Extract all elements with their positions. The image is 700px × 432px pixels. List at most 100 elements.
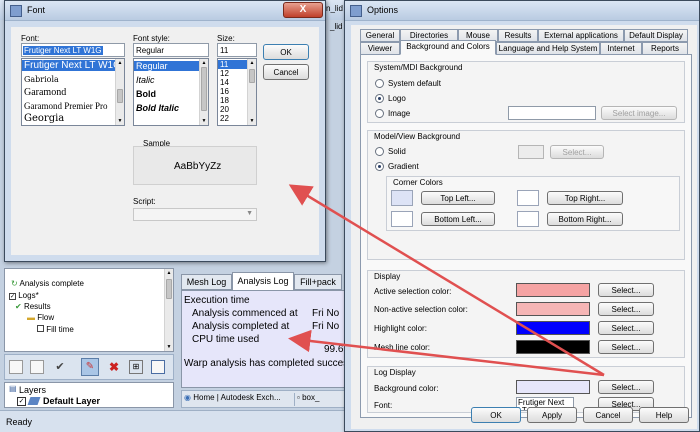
font-style-list[interactable]: Regular Italic Bold Bold Italic ▲ ▼ (133, 58, 209, 126)
tree-item[interactable]: ↻ Analysis complete (11, 279, 84, 288)
log-tab-analysis[interactable]: Analysis Log (232, 272, 294, 290)
options-cancel-button[interactable]: Cancel (583, 407, 633, 423)
radio-image[interactable] (375, 109, 384, 118)
font-style-label: Font style: (133, 34, 170, 43)
size-list-item[interactable]: 12 (220, 69, 229, 78)
script-label: Script: (133, 197, 156, 206)
analysis-icon: ↻ (11, 279, 18, 288)
tool-check-icon[interactable]: ✔ (53, 360, 67, 374)
tree-scrollbar[interactable]: ▲ ▼ (164, 269, 173, 351)
style-list-scrollbar[interactable]: ▲ ▼ (199, 59, 208, 125)
font-list-item[interactable]: Gabriola (24, 75, 59, 84)
tool-window-icon[interactable] (151, 360, 165, 374)
size-list[interactable]: 11 12 14 16 18 20 22 ▲ ▼ (217, 58, 257, 126)
font-list-item[interactable]: Garamond Premier Pro (24, 101, 107, 111)
tree-item[interactable]: ✓ Logs* (9, 291, 39, 300)
tab-default-display[interactable]: Default Display (624, 29, 688, 42)
top-left-button[interactable]: Top Left... (421, 191, 495, 205)
font-list-item[interactable]: Frutiger Next LT W1G (22, 60, 121, 71)
size-list-item[interactable]: 22 (220, 114, 229, 123)
options-apply-button[interactable]: Apply (527, 407, 577, 423)
highlight-color-swatch (516, 321, 590, 335)
script-dropdown[interactable]: ▼ (133, 208, 257, 221)
taskbar-item[interactable]: ▫ box_ (294, 393, 344, 406)
tree-item[interactable]: ▬ Flow (27, 313, 54, 322)
tool-tree-icon[interactable]: ⊞ (129, 360, 143, 374)
log-value: 99.6 (324, 344, 344, 355)
log-tab-mesh[interactable]: Mesh Log (181, 274, 232, 290)
solid-select-button[interactable]: Select... (550, 145, 604, 159)
font-style-input[interactable]: Regular (133, 43, 209, 57)
tab-background-and-colors[interactable]: Background and Colors (400, 40, 496, 55)
chevron-down-icon: ▼ (246, 210, 253, 217)
bottom-left-button[interactable]: Bottom Left... (421, 212, 495, 226)
log-tab-fillpack[interactable]: Fill+pack (294, 274, 342, 290)
layer-icon (27, 397, 41, 405)
radio-label: Gradient (388, 162, 419, 171)
size-input[interactable]: 11 (217, 43, 257, 57)
top-right-button[interactable]: Top Right... (547, 191, 623, 205)
image-path-input[interactable] (508, 106, 596, 120)
style-list-item[interactable]: Italic (136, 75, 155, 85)
tool-new-icon[interactable] (9, 360, 23, 374)
tree-item[interactable]: ✔ Results (15, 302, 51, 311)
tool-wand-icon[interactable]: ✎ (81, 358, 99, 376)
font-dialog-title: Font (27, 5, 46, 15)
size-list-item[interactable]: 20 (220, 105, 229, 114)
font-cancel-button[interactable]: Cancel (263, 64, 309, 80)
group-title: Log Display (374, 368, 416, 377)
radio-solid[interactable] (375, 147, 384, 156)
radio-gradient[interactable] (375, 162, 384, 171)
log-bg-select-button[interactable]: Select... (598, 380, 654, 394)
highlight-select-button[interactable]: Select... (598, 321, 654, 335)
tool-delete-icon[interactable]: ✖ (107, 360, 121, 374)
font-dialog-body: Font: Frutiger Next LT W1G Frutiger Next… (11, 27, 319, 255)
active-selection-select-button[interactable]: Select... (598, 283, 654, 297)
folder-icon: ▬ (27, 313, 35, 322)
layer-checkbox[interactable]: ✓ (17, 397, 26, 406)
default-layer-label[interactable]: Default Layer (43, 396, 100, 406)
font-list-item[interactable]: Garamond (24, 87, 66, 98)
analysis-log-pane: Execution time Analysis commenced at Fri… (181, 290, 345, 388)
tab-results[interactable]: Results (498, 29, 538, 42)
font-list-item[interactable]: Georgia (24, 113, 64, 124)
highlight-color-label: Highlight color: (374, 324, 427, 333)
font-dialog-titlebar: Font (5, 1, 325, 21)
tab-external-applications[interactable]: External applications (538, 29, 624, 42)
font-list-scrollbar[interactable]: ▲ ▼ (115, 59, 124, 125)
group-title: System/MDI Background (374, 63, 463, 72)
layers-title: Layers (19, 385, 47, 395)
nonactive-selection-select-button[interactable]: Select... (598, 302, 654, 316)
options-dialog-title: Options (367, 5, 399, 15)
size-list-item[interactable]: 14 (220, 78, 229, 87)
size-list-item[interactable]: 18 (220, 96, 229, 105)
select-image-button[interactable]: Select image... (601, 106, 677, 120)
radio-logo[interactable] (375, 94, 384, 103)
tool-copy-icon[interactable] (30, 360, 44, 374)
status-bar: Ready (0, 410, 344, 432)
checkbox-checked-icon: ✓ (9, 293, 16, 300)
tab-general[interactable]: General (360, 29, 400, 42)
style-list-item[interactable]: Regular (134, 61, 200, 71)
options-help-button[interactable]: Help (639, 407, 689, 423)
size-list-item[interactable]: 11 (218, 60, 248, 69)
size-list-scrollbar[interactable]: ▲ ▼ (247, 59, 256, 125)
style-list-item[interactable]: Bold Italic (136, 103, 179, 113)
tree-panel: ↻ Analysis complete ✓ Logs* ✔ Results ▬ … (4, 268, 174, 352)
font-app-icon (10, 5, 22, 17)
mesh-line-color-label: Mesh line color: (374, 343, 431, 352)
bottom-right-button[interactable]: Bottom Right... (547, 212, 623, 226)
font-list[interactable]: Frutiger Next LT W1G Gabriola Garamond G… (21, 58, 125, 126)
radio-system-default[interactable] (375, 79, 384, 88)
log-line: Warp analysis has completed succes (184, 358, 345, 369)
tree-item[interactable]: Fill time (37, 325, 74, 334)
bg-partial-title-2: _lid (330, 22, 343, 31)
taskbar-item[interactable]: ◉ Home | Autodesk Exch... (184, 393, 290, 406)
font-close-button[interactable]: X (283, 2, 323, 18)
size-list-item[interactable]: 16 (220, 87, 229, 96)
font-ok-button[interactable]: OK (263, 44, 309, 60)
options-ok-button[interactable]: OK (471, 407, 521, 423)
font-name-input[interactable]: Frutiger Next LT W1G (21, 43, 125, 57)
style-list-item[interactable]: Bold (136, 89, 156, 99)
mesh-line-select-button[interactable]: Select... (598, 340, 654, 354)
